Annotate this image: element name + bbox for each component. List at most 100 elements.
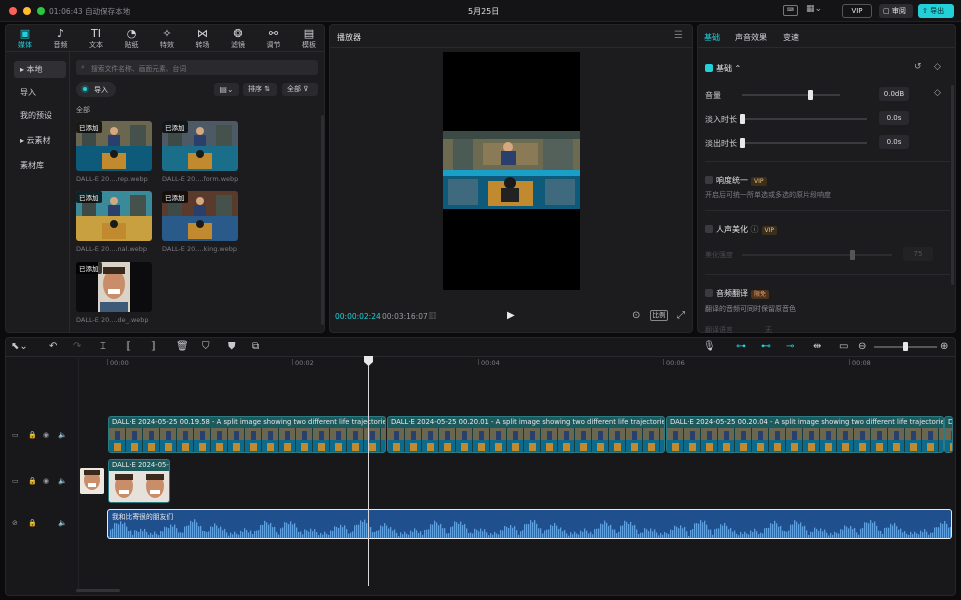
video-clip[interactable]: DALL·E 2024-05-25 00.20.04 - A split ima…	[666, 416, 944, 453]
split-right-icon[interactable]: ⟧	[151, 341, 156, 352]
select-tool-icon[interactable]: ⬉⌄	[11, 341, 28, 352]
main-track-magnet-icon[interactable]: ⊶	[736, 341, 746, 352]
track-lock-icon[interactable]: 🔒	[28, 477, 37, 485]
overlay-clip-thumbnail-left[interactable]	[80, 468, 104, 494]
zoom-slider-knob[interactable]	[903, 342, 908, 351]
keyframe-icon[interactable]: ◇	[934, 62, 941, 72]
view-mode-icon[interactable]: ▤⌄	[214, 83, 239, 96]
tab-adjust[interactable]: ⚯ 调节	[257, 28, 291, 50]
screenshot-icon[interactable]: ⊙	[632, 310, 640, 321]
caption-icon[interactable]: ▭	[839, 341, 848, 352]
play-icon[interactable]: ▶	[507, 310, 515, 321]
translate-language-select[interactable]: 无	[765, 325, 772, 335]
tab-transition[interactable]: ⋈ 转场	[186, 28, 220, 50]
overlay-track-cover-icon[interactable]: ▭	[12, 477, 19, 485]
tab-media[interactable]: ▣ 媒体	[8, 28, 42, 50]
import-button[interactable]: 导入	[76, 82, 116, 97]
volume-keyframe-icon[interactable]: ◇	[934, 88, 941, 98]
tab-effects[interactable]: ✧ 特效	[150, 28, 184, 50]
properties-tab-1[interactable]: 声音效果	[735, 32, 767, 43]
video-clip[interactable]: DALL·E 2024-05-25 00.20.01 - A split ima…	[387, 416, 665, 453]
sidebar-item-4[interactable]: 素材库	[14, 157, 66, 174]
playhead-line[interactable]	[368, 358, 369, 586]
linkage-icon[interactable]: ⊸	[786, 341, 794, 352]
sidebar-item-1[interactable]: 导入	[14, 84, 66, 101]
overlay-clip[interactable]: DALL·E 2024-05-	[108, 459, 170, 503]
media-item[interactable]: 已添加	[76, 191, 152, 241]
filter-button[interactable]: 全部 ⊽	[282, 83, 318, 96]
maximize-window-button[interactable]	[37, 7, 45, 15]
audio-translate-checkbox[interactable]	[705, 289, 713, 297]
track-mute-icon[interactable]: 🔈	[58, 431, 67, 439]
redo-icon[interactable]: ↷	[73, 341, 81, 352]
auto-snap-icon[interactable]: ⊷	[761, 341, 771, 352]
player-menu-icon[interactable]: ☰	[674, 30, 683, 41]
timecode-mode-icon[interactable]: ▥	[428, 311, 437, 321]
sidebar-item-0[interactable]: ▸ 本地	[14, 61, 66, 78]
media-item[interactable]: 已添加	[76, 262, 152, 312]
properties-scrollbar[interactable]	[951, 85, 954, 285]
tab-text[interactable]: TI 文本	[79, 28, 113, 50]
close-window-button[interactable]	[9, 7, 17, 15]
zoom-in-icon[interactable]: ⊕	[940, 341, 948, 352]
preview-axis-icon[interactable]: ⇹	[813, 341, 821, 352]
volume-slider-knob[interactable]	[807, 90, 813, 100]
track-lock-icon[interactable]: 🔒	[28, 431, 37, 439]
video-clip[interactable]: D	[944, 416, 953, 453]
fadein-slider[interactable]	[742, 118, 867, 120]
mask-icon[interactable]: ⛉	[202, 341, 210, 352]
vip-button[interactable]: VIP	[842, 4, 872, 18]
sort-button[interactable]: 排序 ⇅	[243, 83, 277, 96]
timeline-horizontal-scrollbar[interactable]	[76, 589, 120, 592]
minimize-window-button[interactable]	[23, 7, 31, 15]
tab-template[interactable]: ▤ 模板	[292, 28, 326, 50]
layout-icon[interactable]: ▦⌄	[806, 4, 822, 14]
media-scrollbar[interactable]	[321, 115, 324, 325]
review-button[interactable]: ▢ 审阅	[879, 4, 913, 18]
track-mute-icon[interactable]: 🔈	[58, 519, 67, 527]
fadeout-slider-knob[interactable]	[740, 138, 745, 148]
preview-canvas[interactable]	[443, 52, 580, 290]
audio-clip[interactable]: 我和比寄很的朋友们	[107, 509, 952, 539]
vocal-beautify-checkbox[interactable]	[705, 225, 713, 233]
track-visible-icon[interactable]: ◉	[43, 477, 49, 485]
marker-icon[interactable]: ⛊	[228, 341, 236, 352]
fadeout-slider[interactable]	[742, 142, 867, 144]
media-item[interactable]: 已添加	[162, 191, 238, 241]
properties-tab-2[interactable]: 变速	[783, 32, 799, 43]
volume-slider[interactable]	[742, 94, 840, 96]
sidebar-item-2[interactable]: 我的预设	[14, 107, 66, 124]
undo-icon[interactable]: ↶	[49, 341, 57, 352]
fullscreen-icon[interactable]: ⤢	[677, 310, 685, 321]
track-lock-icon[interactable]: 🔒	[28, 519, 37, 527]
loudness-checkbox[interactable]	[705, 176, 713, 184]
vocal-strength-knob[interactable]	[850, 250, 855, 260]
video-track-cover-icon[interactable]: ▭	[12, 431, 19, 439]
media-item[interactable]: 已添加	[162, 121, 238, 171]
microphone-icon[interactable]: 🎙	[703, 341, 716, 352]
image-edit-icon[interactable]: ⧉	[252, 341, 259, 352]
video-clip[interactable]: DALL·E 2024-05-25 00.19.58 - A split ima…	[108, 416, 386, 453]
basic-checkbox[interactable]	[705, 64, 713, 72]
reset-icon[interactable]: ↺	[914, 62, 922, 72]
audio-track-icon[interactable]: ⊘	[12, 519, 18, 527]
vocal-strength-slider[interactable]	[742, 254, 892, 256]
fadein-value[interactable]: 0.0s	[879, 111, 909, 125]
search-input[interactable]: ⌕ 搜索文件名称、画面元素、台词	[76, 60, 318, 75]
sidebar-item-3[interactable]: ▸ 云素材	[14, 132, 66, 149]
delete-icon[interactable]: 🗑	[176, 341, 189, 352]
properties-tab-0[interactable]: 基础	[704, 32, 720, 43]
split-icon[interactable]: ⌶	[100, 341, 106, 352]
fadein-slider-knob[interactable]	[740, 114, 745, 124]
volume-value[interactable]: 0.0dB	[879, 87, 909, 101]
fadeout-value[interactable]: 0.0s	[879, 135, 909, 149]
track-visible-icon[interactable]: ◉	[43, 431, 49, 439]
aspect-ratio-button[interactable]: 比例	[650, 310, 668, 321]
vocal-strength-value[interactable]: 75	[903, 247, 933, 261]
tab-audio[interactable]: ♪ 音频	[44, 28, 78, 50]
split-left-icon[interactable]: ⟦	[126, 341, 131, 352]
tab-sticker[interactable]: ◔ 贴纸	[115, 28, 149, 50]
media-item[interactable]: 已添加	[76, 121, 152, 171]
track-mute-icon[interactable]: 🔈	[58, 477, 67, 485]
tab-filter[interactable]: ❂ 滤镜	[221, 28, 255, 50]
